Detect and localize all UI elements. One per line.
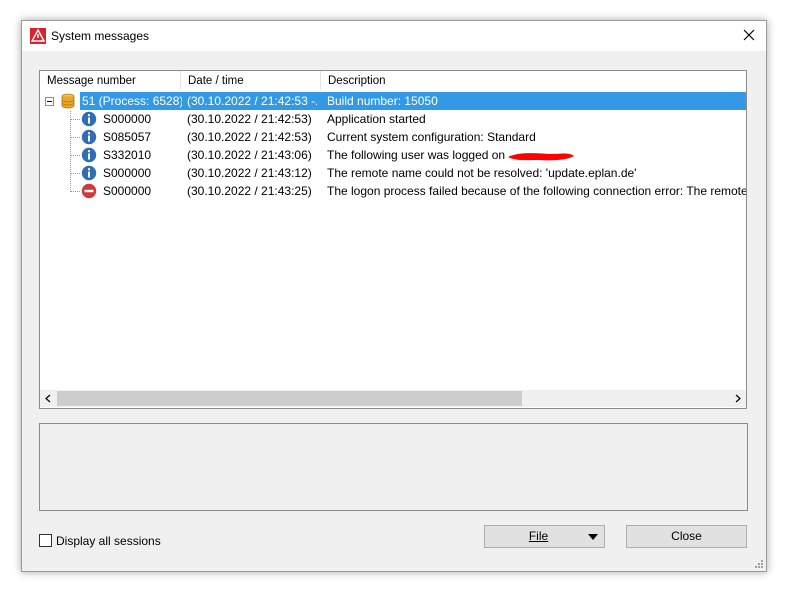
scroll-right-icon[interactable] [729,390,746,407]
error-icon [81,183,97,199]
table-row[interactable]: S000000 (30.10.2022 / 21:43:12) The remo… [40,164,746,182]
message-detail-panel [39,423,748,511]
message-date: (30.10.2022 / 21:42:53 -... [187,94,317,108]
system-messages-dialog: System messages Message number Date / ti… [21,20,767,572]
message-date: (30.10.2022 / 21:43:25) [187,184,312,198]
column-header-message-number[interactable]: Message number [40,71,181,90]
scrollbar-thumb[interactable] [57,391,522,406]
dropdown-caret-icon[interactable] [588,534,598,540]
info-icon [81,111,97,127]
file-button[interactable]: File [484,525,605,548]
table-row[interactable]: S085057 (30.10.2022 / 21:42:53) Current … [40,128,746,146]
message-description: The remote name could not be resolved: '… [327,166,637,180]
database-icon [61,93,75,109]
file-button-label: File [528,529,549,543]
message-date: (30.10.2022 / 21:42:53) [187,112,312,126]
column-header-description[interactable]: Description [321,71,746,90]
title-bar: System messages [22,21,766,51]
table-row[interactable]: S332010 (30.10.2022 / 21:43:06) The foll… [40,146,746,164]
info-icon [81,147,97,163]
message-date: (30.10.2022 / 21:42:53) [187,130,312,144]
table-row[interactable]: 51 (Process: 6528) (30.10.2022 / 21:42:5… [40,92,746,110]
info-icon [81,165,97,181]
collapse-icon[interactable] [45,97,54,106]
message-description: Current system configuration: Standard [327,130,536,144]
resize-grip-icon[interactable] [754,559,764,569]
column-header-date-time[interactable]: Date / time [181,71,321,90]
message-description: Build number: 15050 [327,94,438,108]
redaction-mark [508,153,574,161]
info-icon [81,129,97,145]
window-title: System messages [51,29,150,43]
close-button[interactable]: Close [626,525,747,548]
checkbox-box[interactable] [39,534,52,547]
messages-tree-grid[interactable]: Message number Date / time Description 5… [39,70,747,409]
table-row[interactable]: S000000 (30.10.2022 / 21:43:25) The logo… [40,182,746,200]
scroll-left-icon[interactable] [40,390,57,407]
message-description: Application started [327,112,426,126]
message-number: 51 (Process: 6528) [82,94,182,108]
message-description: The logon process failed because of the … [327,184,746,198]
message-date: (30.10.2022 / 21:43:06) [187,148,312,162]
checkbox-label: Display all sessions [56,534,161,548]
close-icon[interactable] [740,26,758,44]
eplan-app-icon [30,28,46,44]
table-row[interactable]: S000000 (30.10.2022 / 21:42:53) Applicat… [40,110,746,128]
grid-header: Message number Date / time Description [40,71,746,91]
message-date: (30.10.2022 / 21:43:12) [187,166,312,180]
horizontal-scrollbar[interactable] [40,390,746,407]
